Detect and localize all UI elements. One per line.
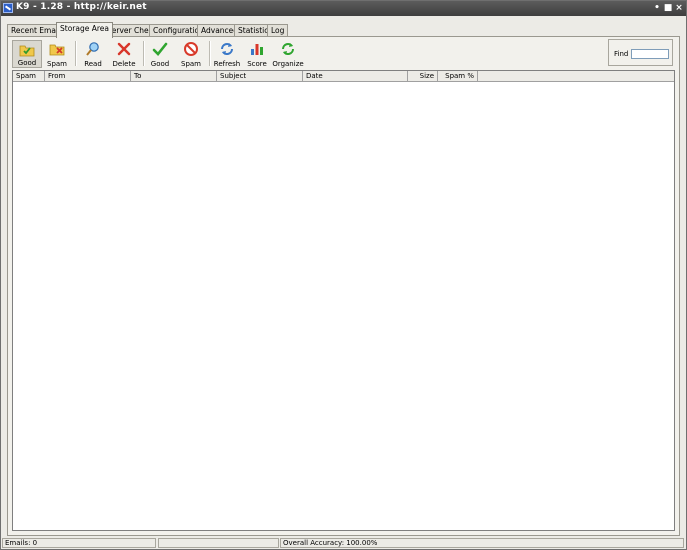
minimize-icon[interactable]: • bbox=[652, 3, 662, 13]
close-icon[interactable]: × bbox=[674, 3, 684, 13]
delete-x-icon bbox=[117, 42, 131, 56]
status-emails: Emails: 0 bbox=[2, 538, 156, 548]
mark-spam-button[interactable]: Spam bbox=[178, 40, 204, 68]
title-bar[interactable]: K9 - 1.28 - http://keir.net • ■ × bbox=[1, 1, 686, 16]
tab-storage-area[interactable]: Storage Area bbox=[56, 22, 113, 38]
toolbar-separator bbox=[143, 41, 145, 66]
good-folder-icon bbox=[19, 45, 35, 57]
checkmark-icon bbox=[152, 42, 168, 56]
no-entry-icon bbox=[184, 42, 198, 56]
score-button[interactable]: Score bbox=[245, 40, 269, 68]
status-bar: Emails: 0 Overall Accuracy: 100.00% bbox=[1, 537, 686, 549]
column-header-to[interactable]: To bbox=[131, 71, 217, 81]
bar-chart-icon bbox=[251, 44, 263, 55]
column-header-date[interactable]: Date bbox=[303, 71, 408, 81]
spam-folder-icon bbox=[49, 44, 65, 56]
email-list[interactable]: Spam From To Subject Date Size Spam % bbox=[12, 70, 675, 531]
toolbar-separator bbox=[75, 41, 77, 66]
find-label: Find bbox=[614, 50, 629, 58]
read-button[interactable]: Read bbox=[80, 40, 106, 68]
storage-area-panel: Good Spam Read Delete Good Spam Refresh … bbox=[7, 36, 680, 536]
refresh-button[interactable]: Refresh bbox=[212, 40, 242, 68]
maximize-icon[interactable]: ■ bbox=[663, 3, 673, 13]
app-icon[interactable] bbox=[3, 3, 13, 13]
mark-good-button[interactable]: Good bbox=[146, 40, 174, 68]
status-accuracy: Overall Accuracy: 100.00% bbox=[280, 538, 684, 548]
column-header-subject[interactable]: Subject bbox=[217, 71, 303, 81]
organize-button[interactable]: Organize bbox=[272, 40, 304, 68]
organize-icon bbox=[282, 43, 294, 55]
app-window: K9 - 1.28 - http://keir.net • ■ × Recent… bbox=[0, 0, 687, 550]
column-header-from[interactable]: From bbox=[45, 71, 131, 81]
find-input[interactable] bbox=[631, 49, 669, 59]
status-blank bbox=[158, 538, 279, 548]
column-header-size[interactable]: Size bbox=[408, 71, 438, 81]
refresh-icon bbox=[221, 43, 233, 55]
toolbar-separator bbox=[209, 41, 211, 66]
good-filter-button[interactable]: Good bbox=[12, 40, 42, 68]
magnifier-icon bbox=[86, 42, 99, 56]
toolbar: Good Spam Read Delete Good Spam Refresh … bbox=[8, 37, 679, 69]
column-header-spam-percent[interactable]: Spam % bbox=[438, 71, 478, 81]
column-header-row: Spam From To Subject Date Size Spam % bbox=[13, 71, 674, 82]
spam-filter-button[interactable]: Spam bbox=[44, 40, 70, 68]
delete-button[interactable]: Delete bbox=[110, 40, 138, 68]
window-title: K9 - 1.28 - http://keir.net bbox=[16, 2, 147, 12]
find-group: Find bbox=[608, 39, 673, 66]
column-header-spam[interactable]: Spam bbox=[13, 71, 45, 81]
